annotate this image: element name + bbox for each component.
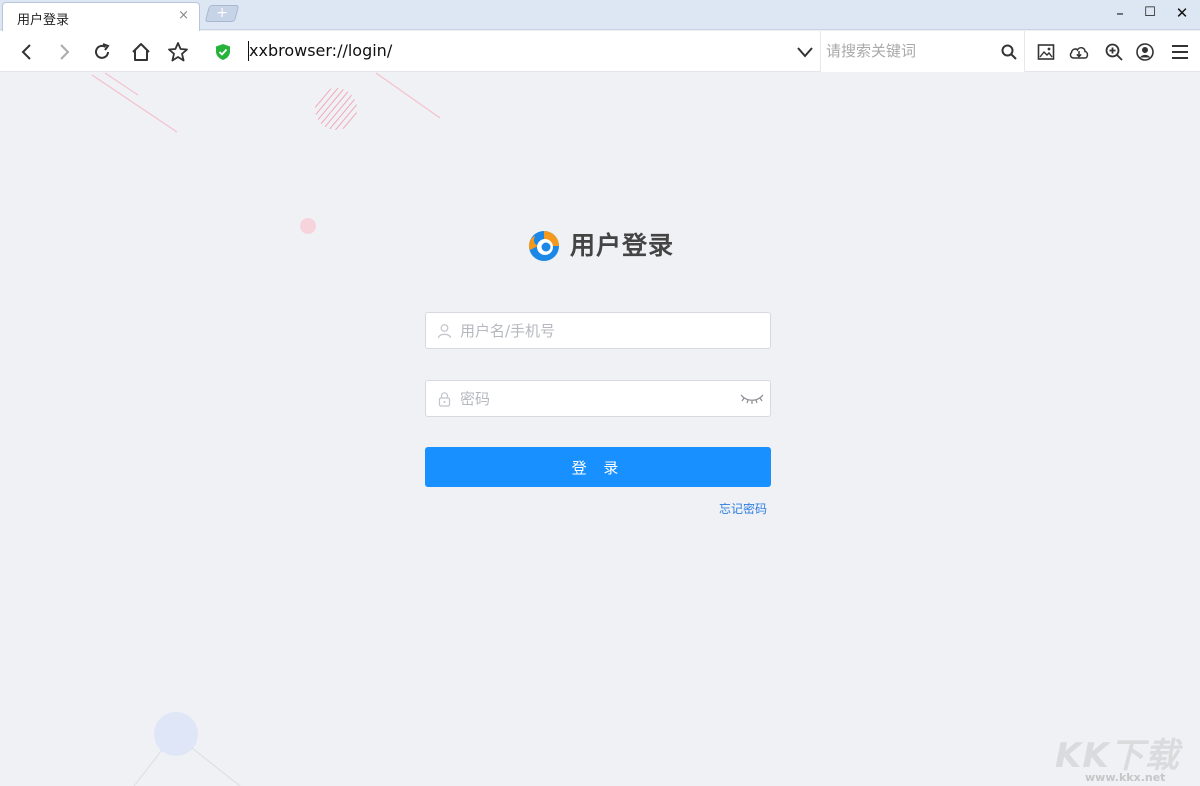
plus-icon: + — [216, 5, 228, 21]
security-indicator[interactable] — [209, 38, 237, 66]
chevron-down-icon — [797, 47, 813, 58]
lock-icon — [438, 392, 451, 407]
account-button[interactable] — [1131, 38, 1159, 66]
reload-button[interactable] — [88, 38, 116, 66]
tab-login[interactable]: 用户登录 × — [2, 2, 200, 31]
star-icon — [168, 42, 188, 62]
download-button[interactable] — [1065, 38, 1093, 66]
forward-button[interactable] — [50, 38, 78, 66]
image-icon — [1037, 44, 1055, 60]
search-box — [820, 31, 1025, 72]
home-button[interactable] — [127, 38, 155, 66]
toolbar: xxbrowser://login/ — [0, 31, 1200, 72]
address-bar[interactable]: xxbrowser://login/ — [249, 41, 392, 60]
shield-check-icon — [216, 44, 230, 60]
search-button[interactable] — [995, 38, 1023, 66]
forward-icon — [60, 44, 70, 60]
watermark-url: www.kkx.net — [1085, 771, 1166, 784]
back-button[interactable] — [13, 38, 41, 66]
brand-logo-icon — [528, 231, 559, 261]
hamburger-menu-icon — [1172, 45, 1188, 59]
user-icon — [437, 324, 452, 339]
search-icon — [1001, 44, 1017, 60]
address-dropdown-button[interactable] — [791, 38, 819, 66]
tab-close-icon[interactable]: × — [178, 8, 189, 23]
image-button[interactable] — [1032, 38, 1060, 66]
username-input[interactable] — [460, 320, 740, 342]
menu-button[interactable] — [1166, 38, 1194, 66]
watermark-logo: KK下载 — [1055, 736, 1180, 776]
page-title: 用户登录 — [570, 231, 675, 260]
zoom-in-icon — [1105, 43, 1123, 61]
password-field — [425, 380, 771, 417]
password-input[interactable] — [460, 388, 740, 410]
minimize-button[interactable]: – — [1105, 3, 1135, 23]
reload-icon — [95, 43, 110, 59]
home-icon — [132, 43, 150, 61]
maximize-button[interactable]: ☐ — [1135, 3, 1165, 23]
close-window-button[interactable]: ✕ — [1167, 3, 1197, 23]
tab-title: 用户登录 — [17, 13, 70, 28]
search-input[interactable] — [826, 40, 996, 62]
zoom-button[interactable] — [1100, 38, 1128, 66]
cloud-download-icon — [1069, 47, 1089, 59]
bookmark-button[interactable] — [164, 38, 192, 66]
forgot-password-link[interactable]: 忘记密码 — [719, 500, 767, 517]
username-field — [425, 312, 771, 349]
tab-bar: 用户登录 × + – ☐ ✕ — [0, 0, 1200, 31]
user-circle-icon — [1136, 43, 1154, 61]
eye-closed-icon[interactable] — [740, 392, 764, 406]
new-tab-button[interactable]: + — [204, 5, 240, 22]
login-button[interactable]: 登 录 — [425, 447, 771, 487]
back-icon — [21, 44, 31, 60]
